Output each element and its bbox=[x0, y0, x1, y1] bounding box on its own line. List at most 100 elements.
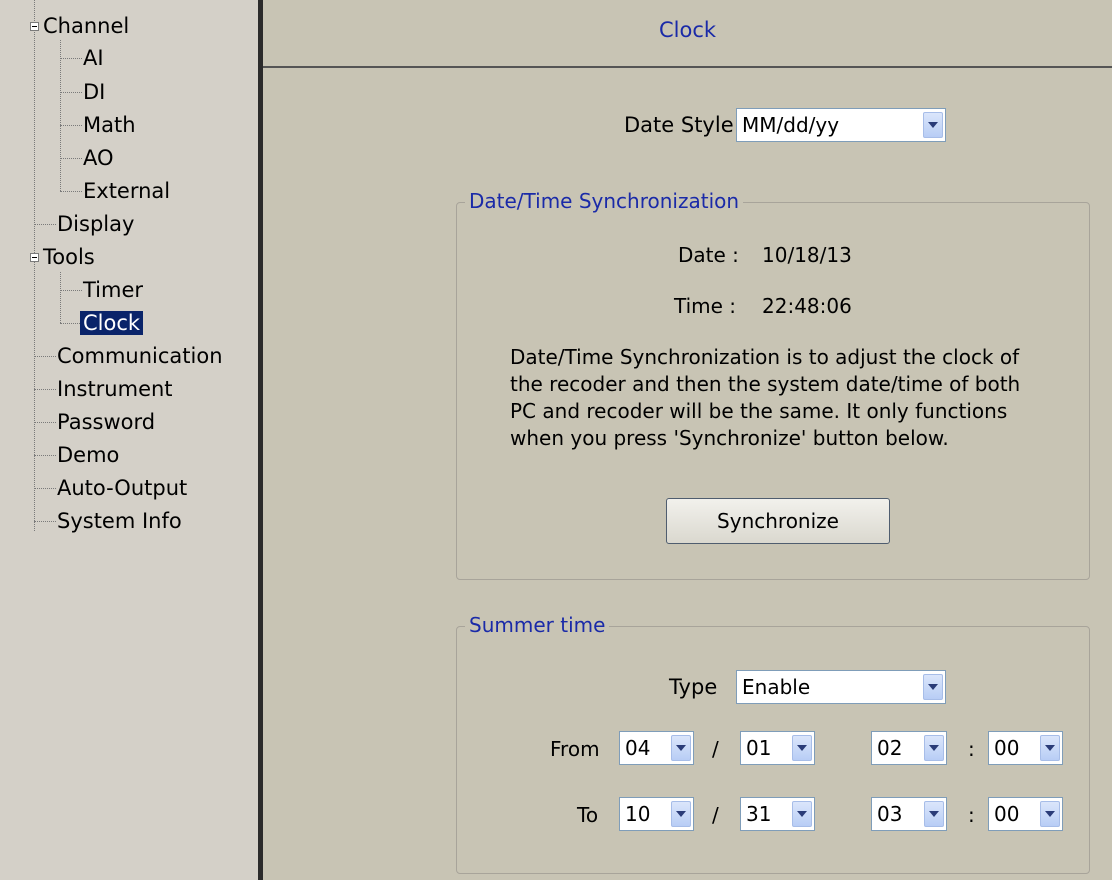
to-hour-value: 03 bbox=[877, 802, 903, 826]
tree-item-label: Display bbox=[57, 212, 135, 236]
tree-line bbox=[60, 290, 82, 291]
tree-item-tools[interactable]: Tools bbox=[40, 241, 98, 273]
from-month-value: 04 bbox=[625, 736, 651, 760]
tree-item-label: Demo bbox=[57, 443, 120, 467]
to-day-select[interactable]: 31 bbox=[740, 797, 815, 831]
tree-line bbox=[60, 40, 61, 191]
date-style-label: Date Style bbox=[624, 113, 734, 137]
to-minute-select[interactable]: 00 bbox=[988, 797, 1063, 831]
summer-type-value: Enable bbox=[742, 675, 811, 699]
from-minute-select[interactable]: 00 bbox=[988, 731, 1063, 765]
tree-item-timer[interactable]: Timer bbox=[80, 274, 146, 306]
sync-time-label: Time : bbox=[674, 294, 737, 318]
tree-line bbox=[34, 0, 35, 531]
tree-item-demo[interactable]: Demo bbox=[54, 439, 122, 471]
sync-description-line: when you press 'Synchronize' button belo… bbox=[510, 426, 949, 450]
tree-item-label: Password bbox=[57, 410, 156, 434]
tree-line bbox=[34, 521, 56, 522]
tree-item-system-info[interactable]: System Info bbox=[54, 505, 185, 537]
date-style-value: MM/dd/yy bbox=[742, 113, 840, 137]
to-hour-select[interactable]: 03 bbox=[871, 797, 947, 831]
tree-item-label: AI bbox=[83, 46, 104, 70]
tree-item-password[interactable]: Password bbox=[54, 406, 158, 438]
tree-item-di[interactable]: DI bbox=[80, 76, 108, 108]
chevron-down-icon[interactable] bbox=[671, 801, 691, 827]
synchronize-button[interactable]: Synchronize bbox=[666, 498, 890, 544]
from-minute-value: 00 bbox=[994, 736, 1020, 760]
date-style-select[interactable]: MM/dd/yy bbox=[736, 108, 946, 142]
tree-line bbox=[34, 455, 56, 456]
from-hour-select[interactable]: 02 bbox=[871, 731, 947, 765]
date-separator: / bbox=[712, 803, 719, 827]
chevron-down-icon[interactable] bbox=[792, 801, 812, 827]
tree-item-instrument[interactable]: Instrument bbox=[54, 373, 176, 405]
summer-type-select[interactable]: Enable bbox=[736, 670, 946, 704]
tree-item-ai[interactable]: AI bbox=[80, 42, 107, 74]
sync-group-title: Date/Time Synchronization bbox=[465, 189, 744, 213]
chevron-down-icon[interactable] bbox=[1040, 801, 1060, 827]
tree-line bbox=[60, 191, 82, 192]
sync-description: Date/Time Synchronization is to adjust t… bbox=[510, 344, 1070, 452]
tree-line bbox=[60, 158, 82, 159]
to-month-select[interactable]: 10 bbox=[619, 797, 694, 831]
navigation-tree: Channel AI DI Math AO External Display T… bbox=[0, 0, 258, 880]
from-month-select[interactable]: 04 bbox=[619, 731, 694, 765]
tree-line bbox=[60, 272, 61, 323]
chevron-down-icon[interactable] bbox=[792, 735, 812, 761]
tree-item-clock[interactable]: Clock bbox=[80, 307, 144, 339]
tree-item-label: External bbox=[83, 179, 171, 203]
tree-item-label: AO bbox=[83, 146, 114, 170]
tree-item-label: DI bbox=[83, 80, 106, 104]
tree-item-label: Tools bbox=[43, 245, 95, 269]
from-hour-value: 02 bbox=[877, 736, 903, 760]
sync-date-label: Date : bbox=[678, 243, 739, 267]
from-day-select[interactable]: 01 bbox=[740, 731, 815, 765]
tree-line bbox=[34, 356, 56, 357]
tree-item-external[interactable]: External bbox=[80, 175, 173, 207]
collapse-icon[interactable] bbox=[30, 22, 39, 31]
tree-item-ao[interactable]: AO bbox=[80, 142, 117, 174]
date-separator: / bbox=[712, 737, 719, 761]
tree-item-channel[interactable]: Channel bbox=[40, 10, 132, 42]
to-minute-value: 00 bbox=[994, 802, 1020, 826]
tree-item-auto-output[interactable]: Auto-Output bbox=[54, 472, 190, 504]
sync-time-value: 22:48:06 bbox=[762, 294, 852, 318]
to-label: To bbox=[577, 803, 599, 827]
tree-item-display[interactable]: Display bbox=[54, 208, 137, 240]
tree-item-math[interactable]: Math bbox=[80, 109, 139, 141]
tree-item-label: Channel bbox=[43, 14, 130, 38]
tree-item-label: Communication bbox=[57, 344, 223, 368]
tree-line bbox=[60, 125, 82, 126]
tree-line bbox=[34, 488, 56, 489]
sync-date-value: 10/18/13 bbox=[762, 243, 852, 267]
from-day-value: 01 bbox=[746, 736, 772, 760]
time-separator: : bbox=[968, 737, 975, 761]
chevron-down-icon[interactable] bbox=[1040, 735, 1060, 761]
time-separator: : bbox=[968, 803, 975, 827]
clock-settings-panel: Clock Date Style MM/dd/yy Date/Time Sync… bbox=[263, 0, 1112, 880]
chevron-down-icon[interactable] bbox=[671, 735, 691, 761]
collapse-icon[interactable] bbox=[30, 253, 39, 262]
chevron-down-icon[interactable] bbox=[924, 735, 944, 761]
tree-line bbox=[34, 422, 56, 423]
tree-item-label: Instrument bbox=[57, 377, 173, 401]
tree-line bbox=[34, 224, 56, 225]
panel-header: Clock bbox=[263, 0, 1112, 68]
tree-item-label: Auto-Output bbox=[57, 476, 188, 500]
sync-description-line: PC and recoder will be the same. It only… bbox=[510, 399, 1008, 423]
sync-description-line: the recoder and then the system date/tim… bbox=[510, 372, 1021, 396]
chevron-down-icon[interactable] bbox=[924, 801, 944, 827]
page-title: Clock bbox=[658, 18, 717, 42]
chevron-down-icon[interactable] bbox=[923, 112, 943, 138]
tree-item-label: Math bbox=[83, 113, 136, 137]
chevron-down-icon[interactable] bbox=[923, 674, 943, 700]
sync-description-line: Date/Time Synchronization is to adjust t… bbox=[510, 345, 1020, 369]
tree-line bbox=[34, 389, 56, 390]
from-label: From bbox=[550, 737, 600, 761]
tree-item-communication[interactable]: Communication bbox=[54, 340, 226, 372]
tree-item-label: Clock bbox=[80, 311, 144, 335]
tree-item-label: System Info bbox=[57, 509, 182, 533]
to-day-value: 31 bbox=[746, 802, 772, 826]
tree-line bbox=[60, 323, 82, 324]
tree-item-label: Timer bbox=[83, 278, 144, 302]
